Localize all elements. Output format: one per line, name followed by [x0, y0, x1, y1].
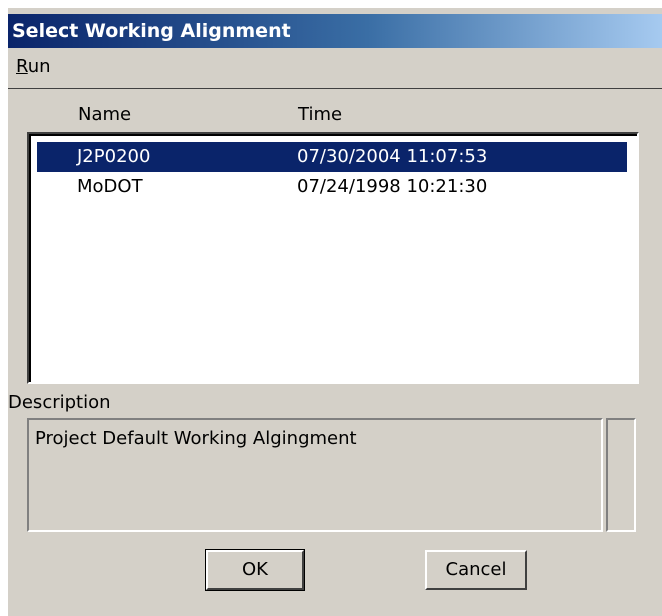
ok-button[interactable]: OK — [205, 549, 305, 591]
alignment-list[interactable]: J2P0200 07/30/2004 11:07:53 MoDOT 07/24/… — [27, 132, 639, 384]
row-time: 07/24/1998 10:21:30 — [297, 176, 488, 197]
title-bar[interactable]: Select Working Alignment — [8, 14, 662, 48]
menu-run[interactable]: Run — [16, 56, 51, 77]
description-field[interactable]: Project Default Working Algingment — [27, 418, 603, 532]
row-name: J2P0200 — [77, 146, 151, 167]
row-time: 07/30/2004 11:07:53 — [297, 146, 488, 167]
list-row[interactable]: J2P0200 07/30/2004 11:07:53 — [37, 142, 627, 172]
column-header-name[interactable]: Name — [78, 104, 131, 125]
list-row[interactable]: MoDOT 07/24/1998 10:21:30 — [37, 172, 627, 202]
window-title: Select Working Alignment — [12, 20, 291, 42]
menu-bar: Run — [8, 50, 662, 89]
description-scrollbar[interactable] — [606, 418, 636, 532]
description-label: Description — [8, 392, 111, 413]
dialog-window: Select Working Alignment Run Name Time J… — [8, 8, 662, 616]
cancel-button[interactable]: Cancel — [425, 550, 527, 590]
row-name: MoDOT — [77, 176, 143, 197]
column-header-time[interactable]: Time — [298, 104, 342, 125]
description-text: Project Default Working Algingment — [35, 428, 357, 449]
menu-run-label: un — [27, 56, 51, 77]
menu-run-accelerator: R — [16, 56, 28, 77]
